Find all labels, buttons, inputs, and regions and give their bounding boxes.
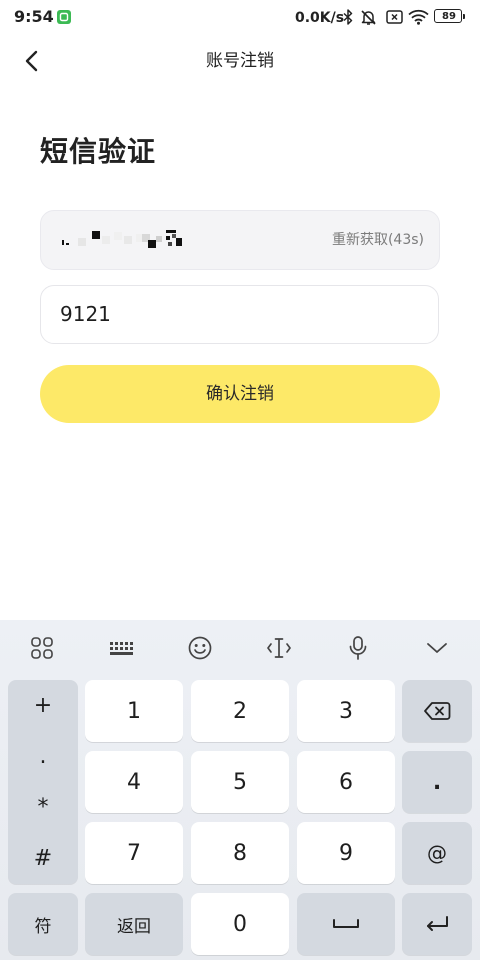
bluetooth-icon bbox=[343, 9, 353, 25]
key-0[interactable]: 0 bbox=[191, 893, 289, 955]
key-dot[interactable]: . bbox=[402, 751, 472, 813]
battery-icon: 89 bbox=[434, 9, 467, 25]
return-key[interactable]: 返回 bbox=[85, 893, 183, 955]
key-4[interactable]: 4 bbox=[85, 751, 183, 813]
keyboard-icon[interactable] bbox=[107, 634, 135, 662]
status-bar: 9:54 0.0K/s 89 bbox=[0, 0, 480, 34]
confirm-cancel-account-button[interactable]: 确认注销 bbox=[40, 365, 440, 423]
bell-off-icon bbox=[360, 9, 377, 26]
backspace-icon bbox=[423, 701, 451, 721]
chevron-down-icon[interactable] bbox=[423, 634, 451, 662]
apps-grid-icon[interactable] bbox=[28, 634, 56, 662]
battery-level: 89 bbox=[442, 11, 456, 22]
key-8[interactable]: 8 bbox=[191, 822, 289, 884]
app-notification-icon bbox=[57, 10, 71, 24]
key-hash[interactable]: # bbox=[8, 833, 78, 884]
key-1[interactable]: 1 bbox=[85, 680, 183, 742]
wifi-icon bbox=[408, 9, 429, 25]
section-heading: 短信验证 bbox=[40, 135, 157, 168]
emoji-icon[interactable] bbox=[186, 634, 214, 662]
enter-icon bbox=[423, 914, 451, 934]
symbols-key[interactable]: 符 bbox=[8, 893, 78, 955]
verification-code-input[interactable]: 9121 bbox=[40, 285, 439, 344]
status-time: 9:54 bbox=[14, 7, 54, 26]
space-key[interactable] bbox=[297, 893, 395, 955]
key-asterisk[interactable]: * bbox=[8, 782, 78, 833]
numeric-keyboard: + . * # 1 2 3 4 5 6 . 7 8 9 @ 符 返回 0 bbox=[0, 620, 480, 960]
enter-key[interactable] bbox=[402, 893, 472, 955]
key-at[interactable]: @ bbox=[402, 822, 472, 884]
key-plus[interactable]: + bbox=[8, 680, 78, 731]
key-9[interactable]: 9 bbox=[297, 822, 395, 884]
key-period-symbol[interactable]: . bbox=[8, 731, 78, 782]
sim-x-icon bbox=[386, 10, 403, 24]
space-icon bbox=[331, 917, 361, 931]
symbol-column[interactable]: + . * # bbox=[8, 680, 78, 884]
backspace-key[interactable] bbox=[402, 680, 472, 742]
key-7[interactable]: 7 bbox=[85, 822, 183, 884]
network-speed: 0.0K/s bbox=[295, 10, 345, 26]
key-3[interactable]: 3 bbox=[297, 680, 395, 742]
masked-phone-number bbox=[58, 226, 190, 254]
phone-number-field: 重新获取(43s) bbox=[40, 210, 440, 270]
key-6[interactable]: 6 bbox=[297, 751, 395, 813]
resend-code-button[interactable]: 重新获取(43s) bbox=[332, 211, 424, 269]
microphone-icon[interactable] bbox=[344, 634, 372, 662]
verification-code-value: 9121 bbox=[60, 302, 111, 326]
page-title: 账号注销 bbox=[206, 51, 274, 71]
key-5[interactable]: 5 bbox=[191, 751, 289, 813]
cursor-move-icon[interactable] bbox=[265, 634, 293, 662]
key-2[interactable]: 2 bbox=[191, 680, 289, 742]
